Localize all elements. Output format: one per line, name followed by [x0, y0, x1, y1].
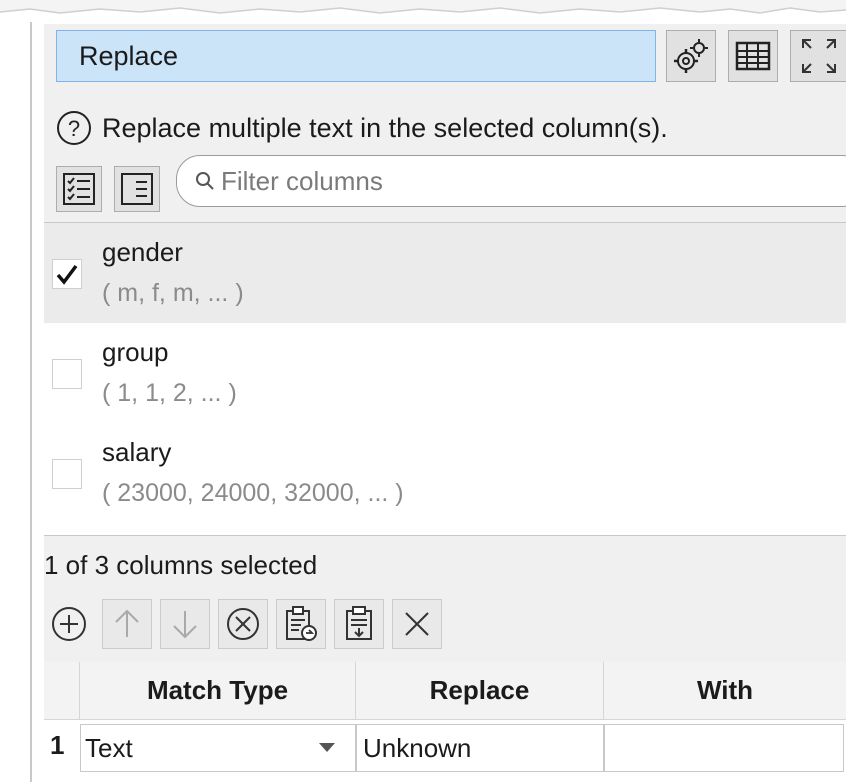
window-edge [30, 22, 32, 782]
select-none-button[interactable] [114, 166, 160, 212]
help-icon[interactable]: ? [56, 110, 92, 146]
expand-icon [801, 39, 836, 73]
paste-button[interactable] [276, 599, 326, 649]
replace-value: Unknown [363, 732, 472, 763]
checklist-icon [63, 173, 95, 205]
select-all-button[interactable] [56, 166, 102, 212]
gears-icon [674, 39, 708, 73]
copy-icon [346, 606, 372, 640]
dropdown-arrow-icon [319, 743, 335, 752]
add-icon [52, 607, 86, 641]
remove-row-button[interactable] [218, 599, 268, 649]
svg-text:?: ? [68, 116, 80, 141]
match-type-value: Text [85, 732, 133, 763]
column-header-match-type[interactable]: Match Type [80, 662, 356, 720]
move-down-button[interactable] [160, 599, 210, 649]
checkmark-icon [56, 264, 78, 285]
clear-button[interactable] [392, 599, 442, 649]
settings-button[interactable] [666, 30, 716, 82]
help-text: Replace multiple text in the selected co… [102, 112, 668, 143]
filter-columns-field[interactable] [176, 155, 846, 207]
column-name: group [102, 337, 169, 367]
add-row-button[interactable] [44, 599, 94, 649]
selection-status: 1 of 3 columns selected [44, 550, 318, 580]
column-header-replace[interactable]: Replace [356, 662, 604, 720]
column-sample: ( 23000, 24000, 32000, ... ) [102, 479, 404, 507]
column-name: gender [102, 237, 183, 267]
replace-panel: Replace ? Replace multiple text in the s… [44, 24, 846, 782]
column-list: gender ( m, f, m, ... ) group ( 1, 1, 2,… [44, 222, 846, 536]
table-view-button[interactable] [728, 30, 778, 82]
column-header-with[interactable]: With [604, 662, 846, 720]
replace-cell[interactable]: Unknown [356, 724, 604, 772]
panel-title-bar: Replace [56, 30, 656, 82]
expand-button[interactable] [790, 30, 846, 82]
help-row: ? Replace multiple text in the selected … [56, 108, 668, 148]
column-item-group[interactable]: group ( 1, 1, 2, ... ) [44, 323, 846, 423]
row-number-header [44, 662, 80, 720]
column-checkbox[interactable] [52, 459, 82, 489]
down-arrow-icon [173, 611, 197, 639]
up-arrow-icon [115, 609, 139, 637]
replace-table: Match Type Replace With 1 Text Unknown [44, 662, 846, 782]
panel-title: Replace [79, 41, 179, 71]
column-name: salary [102, 437, 172, 467]
search-icon [196, 172, 214, 190]
clear-icon [405, 612, 429, 636]
remove-icon [227, 608, 259, 640]
column-sample: ( 1, 1, 2, ... ) [102, 379, 237, 407]
with-cell[interactable] [604, 724, 844, 772]
column-sample: ( m, f, m, ... ) [102, 279, 244, 307]
column-checkbox[interactable] [52, 359, 82, 389]
row-number: 1 [50, 730, 65, 760]
paste-icon [286, 606, 317, 641]
filter-columns-input[interactable] [221, 165, 821, 197]
copy-button[interactable] [334, 599, 384, 649]
table-icon [735, 41, 771, 71]
column-item-gender[interactable]: gender ( m, f, m, ... ) [44, 223, 846, 323]
list-icon [121, 173, 153, 205]
column-item-salary[interactable]: salary ( 23000, 24000, 32000, ... ) [44, 423, 846, 523]
match-type-dropdown[interactable]: Text [80, 724, 356, 772]
move-up-button[interactable] [102, 599, 152, 649]
column-checkbox[interactable] [52, 259, 82, 289]
